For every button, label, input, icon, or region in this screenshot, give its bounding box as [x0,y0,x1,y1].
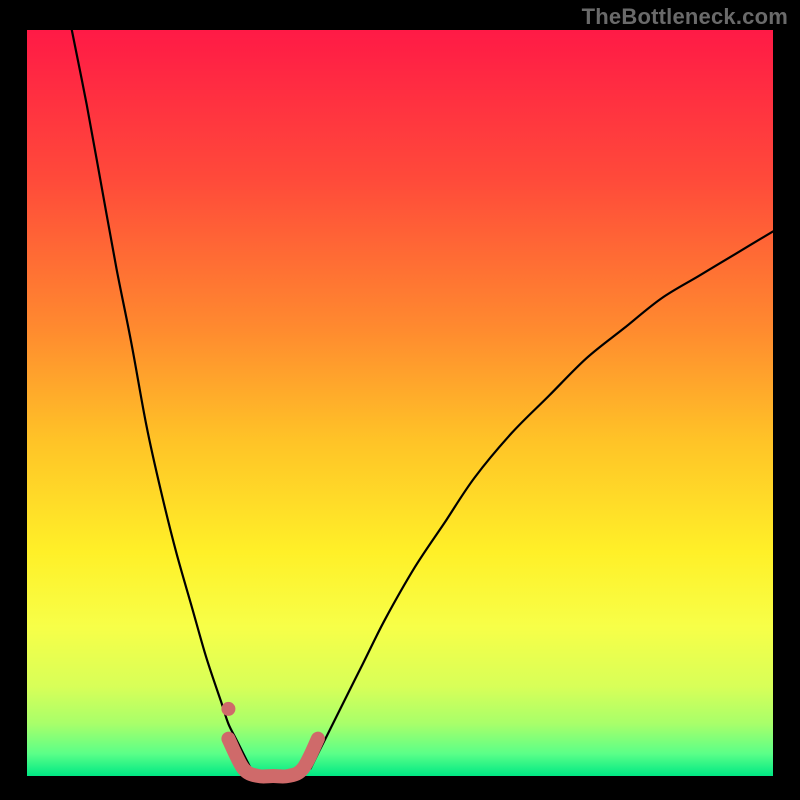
bottleneck-chart [0,0,800,800]
floor-highlight-dot [221,702,235,716]
plot-background [27,30,773,776]
chart-frame: TheBottleneck.com [0,0,800,800]
